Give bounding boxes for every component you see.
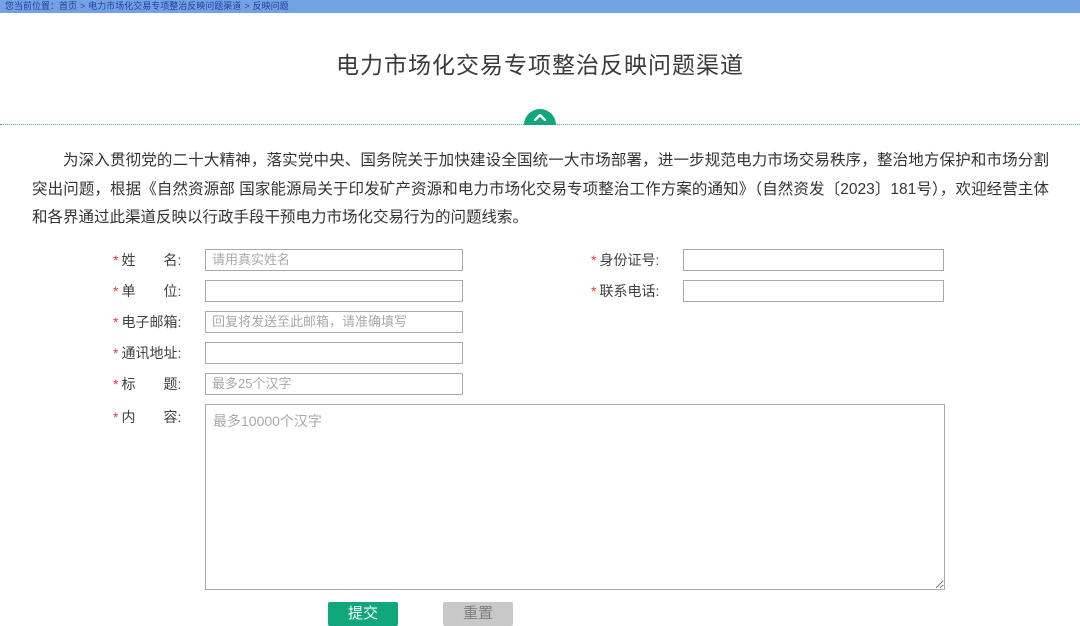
form-row: *单 位: *联系电话: bbox=[113, 280, 1080, 302]
breadcrumb-prefix: 您当前位置： bbox=[5, 1, 59, 11]
chevron-up-icon bbox=[534, 114, 546, 125]
name-field-group: *姓 名: bbox=[113, 249, 463, 271]
required-marker: * bbox=[113, 283, 118, 299]
content-label: *内 容: bbox=[113, 404, 205, 426]
unit-field-group: *单 位: bbox=[113, 280, 463, 302]
breadcrumb-home-link[interactable]: 首页 bbox=[59, 1, 77, 11]
phone-input[interactable] bbox=[683, 280, 944, 302]
form-row: *电子邮箱: bbox=[113, 311, 1080, 333]
breadcrumb-separator: > bbox=[244, 1, 249, 11]
email-label: *电子邮箱: bbox=[113, 311, 205, 333]
required-marker: * bbox=[113, 252, 118, 268]
required-marker: * bbox=[591, 283, 596, 299]
id-number-input[interactable] bbox=[683, 249, 944, 271]
breadcrumb-current: 反映问题 bbox=[253, 1, 289, 11]
section-divider bbox=[0, 109, 1080, 125]
content-field-group: *内 容: bbox=[113, 404, 945, 590]
required-marker: * bbox=[113, 345, 118, 361]
form-row: *通讯地址: bbox=[113, 342, 1080, 364]
required-marker: * bbox=[113, 314, 118, 330]
form-row: *内 容: bbox=[113, 404, 1080, 590]
address-field-group: *通讯地址: bbox=[113, 342, 463, 364]
required-marker: * bbox=[591, 252, 596, 268]
email-input[interactable] bbox=[205, 311, 463, 333]
required-marker: * bbox=[113, 376, 118, 392]
intro-paragraph: 为深入贯彻党的二十大精神，落实党中央、国务院关于加快建设全国统一大市场部署，进一… bbox=[32, 147, 1049, 233]
form-row: *标 题: bbox=[113, 373, 1080, 395]
collapse-toggle-button[interactable] bbox=[524, 109, 556, 125]
address-label: *通讯地址: bbox=[113, 342, 205, 364]
form-row: *姓 名: *身份证号: bbox=[113, 249, 1080, 271]
phone-field-group: *联系电话: bbox=[591, 280, 944, 302]
content-textarea[interactable] bbox=[205, 404, 945, 590]
form-actions: 提交 重置 bbox=[328, 602, 1080, 626]
report-form: *姓 名: *身份证号: *单 位: *联系电话: *电子邮箱: *通讯地址: bbox=[113, 249, 1080, 626]
id-number-label: *身份证号: bbox=[591, 249, 683, 271]
submit-button[interactable]: 提交 bbox=[328, 602, 398, 626]
title-input[interactable] bbox=[205, 373, 463, 395]
title-label: *标 题: bbox=[113, 373, 205, 395]
unit-input[interactable] bbox=[205, 280, 463, 302]
reset-button[interactable]: 重置 bbox=[443, 602, 513, 626]
page-title: 电力市场化交易专项整治反映问题渠道 bbox=[0, 46, 1080, 80]
unit-label: *单 位: bbox=[113, 280, 205, 302]
required-marker: * bbox=[113, 409, 118, 425]
address-input[interactable] bbox=[205, 342, 463, 364]
breadcrumb: 您当前位置：首页>电力市场化交易专项整治反映问题渠道>反映问题 bbox=[0, 0, 1080, 13]
name-input[interactable] bbox=[205, 249, 463, 271]
breadcrumb-separator: > bbox=[80, 1, 85, 11]
email-field-group: *电子邮箱: bbox=[113, 311, 463, 333]
phone-label: *联系电话: bbox=[591, 280, 683, 302]
title-field-group: *标 题: bbox=[113, 373, 463, 395]
id-number-field-group: *身份证号: bbox=[591, 249, 944, 271]
name-label: *姓 名: bbox=[113, 249, 205, 271]
breadcrumb-channel-link[interactable]: 电力市场化交易专项整治反映问题渠道 bbox=[88, 1, 241, 11]
